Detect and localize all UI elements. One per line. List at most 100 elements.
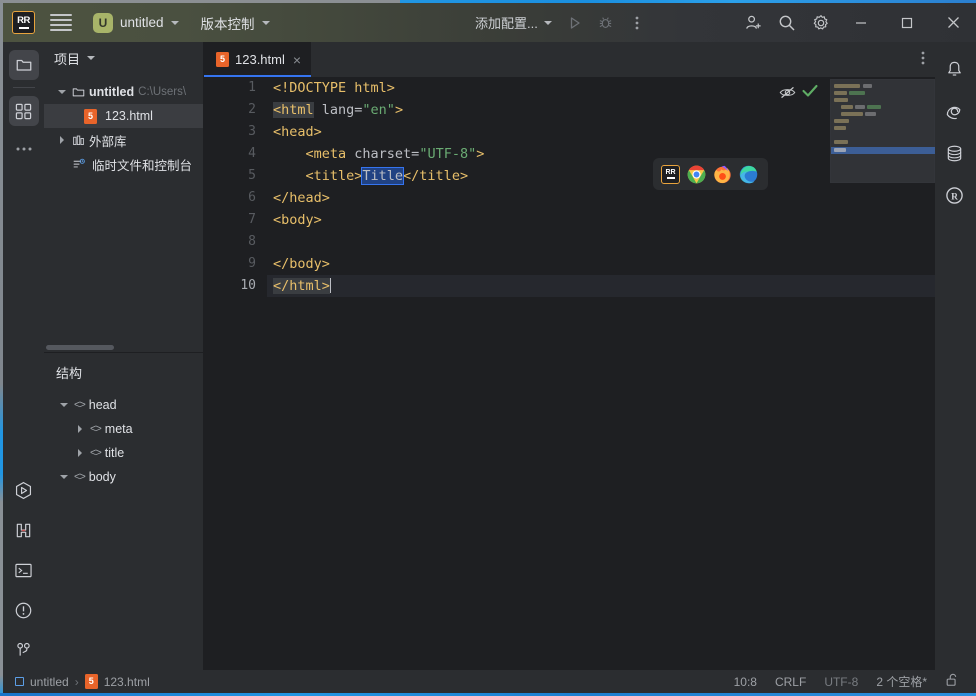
sidebar-item-terminal[interactable] [9, 555, 39, 585]
line-number: 7 [248, 212, 256, 227]
project-tree-horizontal-scrollbar[interactable] [46, 345, 114, 350]
structure-item-title[interactable]: < > title [44, 441, 204, 465]
code-tag-icon: < > [90, 447, 102, 459]
firefox-icon[interactable] [712, 164, 732, 184]
sidebar-item-notifications[interactable] [939, 54, 969, 84]
editor-minimap[interactable] [830, 79, 935, 183]
debug-bug-icon [16, 523, 31, 537]
sidebar-item-more[interactable] [9, 134, 39, 164]
expand-arrow-icon[interactable] [56, 90, 68, 94]
expand-arrow-icon[interactable] [58, 475, 70, 479]
editor-marker-scrollbar[interactable] [923, 187, 935, 673]
sidebar-item-plugins[interactable] [8, 96, 39, 126]
structure-item-body[interactable]: < > body [44, 465, 204, 489]
html5-icon: 5 [216, 52, 229, 67]
structure-tree: < > head < > meta < > title < > body [44, 391, 204, 489]
breadcrumb-project[interactable]: untitled [30, 675, 69, 689]
breadcrumb-file[interactable]: 123.html [104, 675, 150, 689]
close-button[interactable] [930, 3, 976, 42]
more-vertical-icon[interactable] [623, 10, 651, 36]
debug-icon[interactable] [592, 10, 620, 36]
bell-icon [947, 61, 961, 76]
breadcrumb-separator: › [74, 674, 79, 689]
indent-setting[interactable]: 2 个空格* [876, 673, 927, 690]
svg-text:R: R [951, 192, 958, 202]
tree-item-123-html[interactable]: 5 123.html [44, 104, 203, 128]
structure-item-head[interactable]: < > head [44, 393, 204, 417]
code-line-7[interactable]: <body> [267, 209, 935, 231]
gear-icon[interactable] [804, 8, 838, 38]
minimize-button[interactable] [838, 3, 884, 42]
line-number: 3 [248, 124, 256, 139]
structure-item-label: title [104, 446, 125, 460]
rubymine-preview-icon[interactable]: RR [661, 164, 680, 184]
chrome-icon[interactable] [686, 164, 706, 184]
maximize-button[interactable] [884, 3, 930, 42]
project-selector[interactable]: U untitled [87, 10, 185, 36]
project-panel-header[interactable]: 项目 [44, 42, 203, 74]
code-line-10[interactable]: </html> [267, 275, 935, 297]
run-icon[interactable] [561, 10, 589, 36]
tree-item-external-libraries[interactable]: 外部库 [44, 128, 203, 152]
code-line-8[interactable] [267, 231, 935, 253]
line-separator[interactable]: CRLF [775, 675, 806, 689]
caret-position[interactable]: 10:8 [734, 675, 757, 689]
tree-item-untitled[interactable]: untitled C:\Users\ [44, 80, 203, 104]
sidebar-item-ai-assistant[interactable] [939, 96, 969, 126]
code-editor[interactable]: 1 2 3 4 5 6 7 8 9 10 <!DOCTYPE html> <ht… [204, 77, 935, 673]
sidebar-item-rails[interactable]: R [939, 180, 969, 210]
edge-icon[interactable] [738, 164, 758, 184]
chevron-down-icon[interactable] [87, 56, 96, 60]
scratches-icon [73, 158, 85, 167]
html5-icon: 5 [84, 108, 97, 124]
tree-item-label: 临时文件和控制台 [92, 158, 193, 173]
tree-item-label: untitled [89, 85, 135, 99]
code-tag-icon: < > [74, 399, 86, 411]
vcs-label: 版本控制 [200, 16, 255, 32]
circled-r-icon: R [945, 186, 963, 204]
close-icon[interactable]: × [291, 53, 303, 67]
add-user-icon[interactable] [736, 8, 770, 38]
unlocked-padlock-icon[interactable] [945, 673, 959, 690]
search-icon[interactable] [770, 8, 804, 38]
tree-item-scratches[interactable]: 临时文件和控制台 [44, 152, 203, 176]
line-number: 2 [248, 102, 256, 117]
structure-item-label: head [88, 398, 117, 412]
sidebar-item-problems[interactable] [9, 595, 39, 625]
run-configuration-selector[interactable]: 添加配置... [469, 9, 558, 36]
folder-icon [72, 87, 85, 96]
project-badge: U [93, 12, 113, 33]
run-hexagon-icon [15, 481, 32, 499]
structure-item-meta[interactable]: < > meta [44, 417, 204, 441]
chevron-down-icon [170, 20, 179, 25]
run-toolbar: 添加配置... [469, 3, 651, 42]
sidebar-item-run[interactable] [9, 475, 39, 505]
sidebar-item-debug[interactable] [9, 515, 39, 545]
expand-arrow-icon[interactable] [74, 449, 86, 457]
eye-slash-icon[interactable] [779, 85, 796, 105]
code-line-6[interactable]: </head> [267, 187, 935, 209]
tree-item-label: 123.html [105, 109, 153, 123]
sidebar-item-project[interactable] [8, 50, 39, 80]
project-tool-window: 项目 untitled C:\Users\ 5 123.html 外部库 临时文… [44, 42, 204, 673]
vcs-widget[interactable]: 版本控制 [201, 13, 270, 33]
code-line-9[interactable]: </body> [267, 253, 935, 275]
line-number: 10 [240, 278, 256, 293]
tree-item-label: 外部库 [89, 134, 127, 149]
expand-arrow-icon[interactable] [74, 425, 86, 433]
hamburger-menu-icon[interactable] [50, 12, 72, 34]
file-encoding[interactable]: UTF-8 [824, 675, 858, 689]
sidebar-item-version-control[interactable] [9, 635, 39, 665]
left-activity-rail [3, 42, 44, 673]
line-number: 8 [248, 234, 256, 249]
expand-arrow-icon[interactable] [56, 136, 68, 144]
status-bar-right-group: 10:8 CRLF UTF-8 2 个空格* [734, 673, 973, 690]
sidebar-item-database[interactable] [939, 138, 969, 168]
editor-tab-123-html[interactable]: 5 123.html × [204, 42, 312, 77]
editor-tab-options-icon[interactable] [921, 50, 925, 71]
window-controls-group [736, 3, 976, 42]
checkmark-icon[interactable] [802, 84, 818, 103]
expand-arrow-icon[interactable] [58, 403, 70, 407]
structure-tool-window: 结构 < > head < > meta < > title < > body [44, 353, 204, 673]
browser-preview-popup: RR [653, 158, 768, 190]
